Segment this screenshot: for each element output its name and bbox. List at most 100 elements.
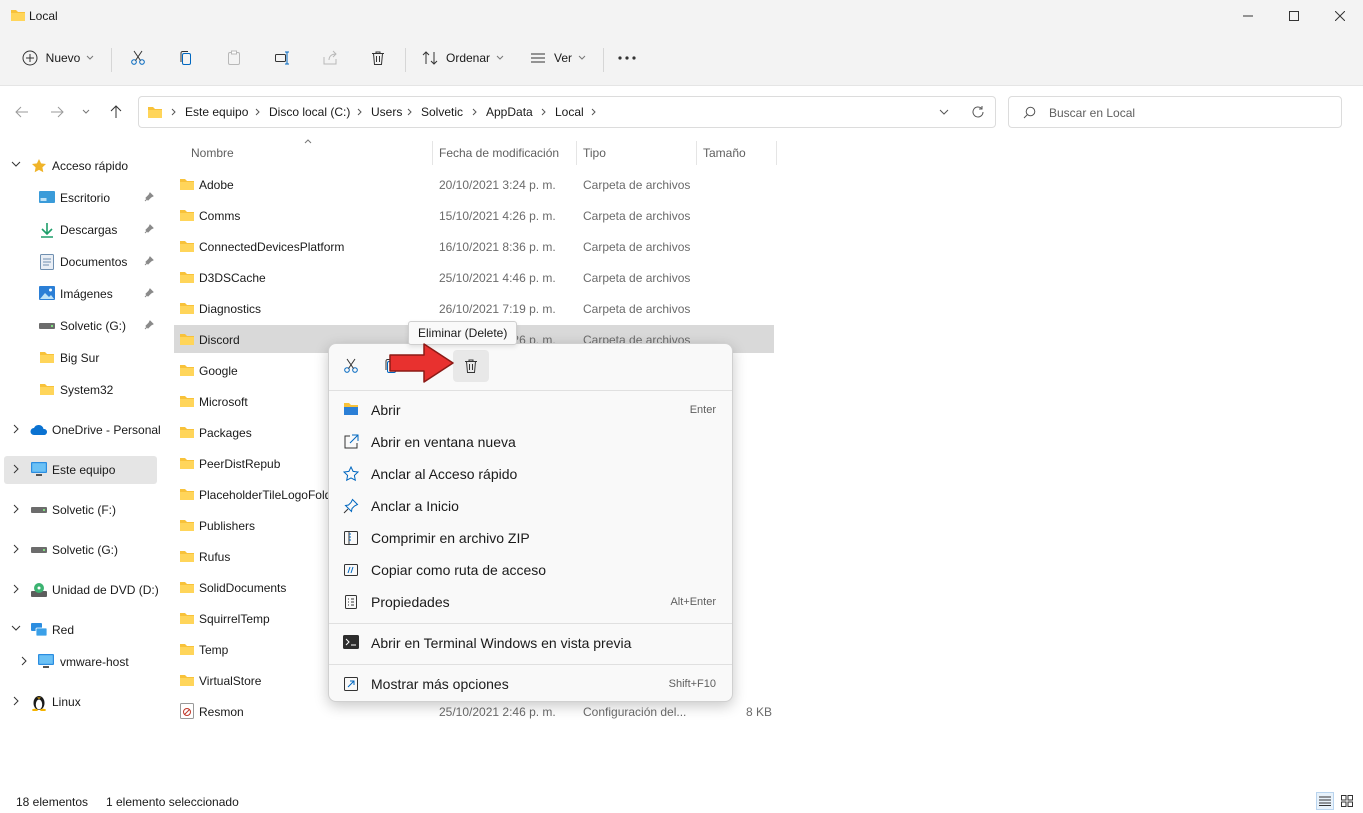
menu-item-anclar-inicio[interactable]: Anclar a Inicio bbox=[333, 490, 728, 522]
sidebar-item-solvetic-f[interactable]: Solvetic (F:) bbox=[4, 496, 157, 524]
folder-open-icon bbox=[344, 403, 358, 415]
tiles-view-button[interactable] bbox=[1338, 792, 1356, 810]
cut-button[interactable] bbox=[122, 42, 154, 74]
table-row[interactable]: ConnectedDevicesPlatform 16/10/2021 8:36… bbox=[174, 232, 774, 260]
column-divider[interactable] bbox=[776, 141, 777, 165]
column-header-name[interactable]: Nombre bbox=[191, 146, 234, 160]
toolbar-separator bbox=[405, 48, 406, 72]
menu-item-copiar-ruta[interactable]: Copiar como ruta de acceso bbox=[333, 554, 728, 586]
toolbar-separator bbox=[603, 48, 604, 72]
forward-button[interactable] bbox=[45, 98, 69, 126]
menu-separator bbox=[329, 664, 732, 665]
config-file-icon bbox=[180, 703, 194, 719]
folder-icon bbox=[180, 303, 194, 314]
share-button[interactable] bbox=[314, 42, 346, 74]
trash-icon bbox=[372, 51, 384, 65]
paste-button[interactable] bbox=[218, 42, 250, 74]
window-title: Local bbox=[29, 9, 58, 23]
breadcrumb-disco-local[interactable]: Disco local (C:) bbox=[269, 105, 350, 119]
pictures-icon bbox=[39, 286, 55, 300]
folder-icon bbox=[180, 675, 194, 686]
table-row[interactable]: Adobe 20/10/2021 3:24 p. m. Carpeta de a… bbox=[174, 170, 774, 198]
drive-icon bbox=[39, 323, 55, 329]
search-box[interactable]: Buscar en Local bbox=[1008, 96, 1342, 128]
column-divider[interactable] bbox=[696, 141, 697, 165]
sidebar-item-red[interactable]: Red bbox=[4, 616, 157, 644]
breadcrumb-appdata[interactable]: AppData bbox=[486, 105, 533, 119]
sidebar-item-imagenes[interactable]: Imágenes bbox=[4, 280, 157, 308]
close-button[interactable] bbox=[1317, 0, 1363, 32]
sidebar-item-escritorio[interactable]: Escritorio bbox=[4, 184, 157, 212]
rename-button[interactable] bbox=[266, 42, 298, 74]
sidebar-item-linux[interactable]: Linux bbox=[4, 688, 157, 716]
address-history-button[interactable] bbox=[939, 109, 949, 115]
folder-icon bbox=[180, 210, 194, 221]
sidebar-item-big-sur[interactable]: Big Sur bbox=[4, 344, 157, 372]
sort-button[interactable]: Ordenar bbox=[414, 42, 512, 74]
copy-button[interactable] bbox=[170, 42, 202, 74]
folder-icon bbox=[180, 365, 194, 376]
star-outline-icon bbox=[343, 466, 359, 482]
up-button[interactable] bbox=[104, 98, 128, 126]
back-button[interactable] bbox=[10, 98, 34, 126]
table-row[interactable]: Comms 15/10/2021 4:26 p. m. Carpeta de a… bbox=[174, 201, 774, 229]
sidebar-item-dvd[interactable]: Unidad de DVD (D:) bbox=[4, 576, 159, 604]
arrow-left-icon bbox=[15, 106, 28, 118]
menu-item-abrir-ventana-nueva[interactable]: Abrir en ventana nueva bbox=[333, 426, 728, 458]
breadcrumb-users[interactable]: Users bbox=[371, 105, 402, 119]
details-view-button[interactable] bbox=[1316, 792, 1334, 810]
sidebar-item-acceso-rapido[interactable]: Acceso rápido bbox=[4, 152, 157, 180]
sidebar-item-onedrive[interactable]: OneDrive - Personal bbox=[4, 416, 161, 444]
zip-icon bbox=[344, 531, 358, 545]
view-button[interactable]: Ver bbox=[524, 42, 592, 74]
menu-item-abrir[interactable]: Abrir Enter bbox=[333, 394, 728, 426]
column-header-size[interactable]: Tamaño bbox=[703, 146, 746, 160]
annotation-arrow-icon bbox=[389, 343, 454, 383]
view-list-icon bbox=[530, 53, 545, 63]
sidebar-item-system32[interactable]: System32 bbox=[4, 376, 157, 404]
context-delete-button[interactable] bbox=[453, 350, 489, 382]
breadcrumb-este-equipo[interactable]: Este equipo bbox=[185, 105, 248, 119]
view-label: Ver bbox=[553, 51, 572, 65]
menu-item-comprimir-zip[interactable]: Comprimir en archivo ZIP bbox=[333, 522, 728, 554]
sidebar-item-solvetic-g[interactable]: Solvetic (G:) bbox=[4, 312, 157, 340]
address-bar[interactable]: Este equipo Disco local (C:) Users Solve… bbox=[138, 96, 996, 128]
menu-item-terminal[interactable]: Abrir en Terminal Windows en vista previ… bbox=[333, 627, 728, 659]
sidebar-item-vmware-host[interactable]: vmware-host bbox=[4, 648, 157, 676]
delete-button[interactable] bbox=[362, 42, 394, 74]
column-header-type[interactable]: Tipo bbox=[583, 146, 606, 160]
chevron-right-icon bbox=[13, 464, 19, 474]
refresh-button[interactable] bbox=[971, 105, 985, 119]
sidebar-item-documentos[interactable]: Documentos bbox=[4, 248, 157, 276]
menu-separator bbox=[329, 390, 732, 391]
chevron-down-icon bbox=[496, 55, 504, 60]
chevron-right-icon bbox=[171, 108, 176, 116]
context-cut-button[interactable] bbox=[333, 350, 369, 382]
chevron-right-icon bbox=[255, 108, 260, 116]
arrow-right-icon bbox=[51, 106, 64, 118]
recent-locations-button[interactable] bbox=[76, 98, 96, 126]
maximize-button[interactable] bbox=[1271, 0, 1317, 32]
copy-path-icon bbox=[344, 564, 358, 576]
table-row[interactable]: D3DSCache 25/10/2021 4:46 p. m. Carpeta … bbox=[174, 263, 774, 291]
table-row[interactable]: Diagnostics 26/10/2021 7:19 p. m. Carpet… bbox=[174, 294, 774, 322]
chevron-right-icon bbox=[591, 108, 596, 116]
breadcrumb-local[interactable]: Local bbox=[555, 105, 584, 119]
menu-item-propiedades[interactable]: Propiedades Alt+Enter bbox=[333, 586, 728, 618]
folder-icon bbox=[180, 582, 194, 593]
more-options-button[interactable] bbox=[611, 42, 643, 74]
chevron-right-icon bbox=[541, 108, 546, 116]
column-header-date[interactable]: Fecha de modificación bbox=[439, 146, 559, 160]
column-divider[interactable] bbox=[576, 141, 577, 165]
new-button[interactable]: Nuevo bbox=[14, 42, 102, 74]
menu-item-anclar-acceso-rapido[interactable]: Anclar al Acceso rápido bbox=[333, 458, 728, 490]
menu-item-mostrar-mas[interactable]: Mostrar más opciones Shift+F10 bbox=[333, 668, 728, 700]
breadcrumb-solvetic[interactable]: Solvetic bbox=[421, 105, 463, 119]
rename-icon bbox=[275, 51, 289, 65]
sidebar-item-este-equipo[interactable]: Este equipo bbox=[4, 456, 157, 484]
column-divider[interactable] bbox=[432, 141, 433, 165]
sidebar-item-descargas[interactable]: Descargas bbox=[4, 216, 157, 244]
sidebar-item-solvetic-g-drive[interactable]: Solvetic (G:) bbox=[4, 536, 157, 564]
minimize-button[interactable] bbox=[1225, 0, 1271, 32]
details-view-icon bbox=[1319, 796, 1331, 806]
